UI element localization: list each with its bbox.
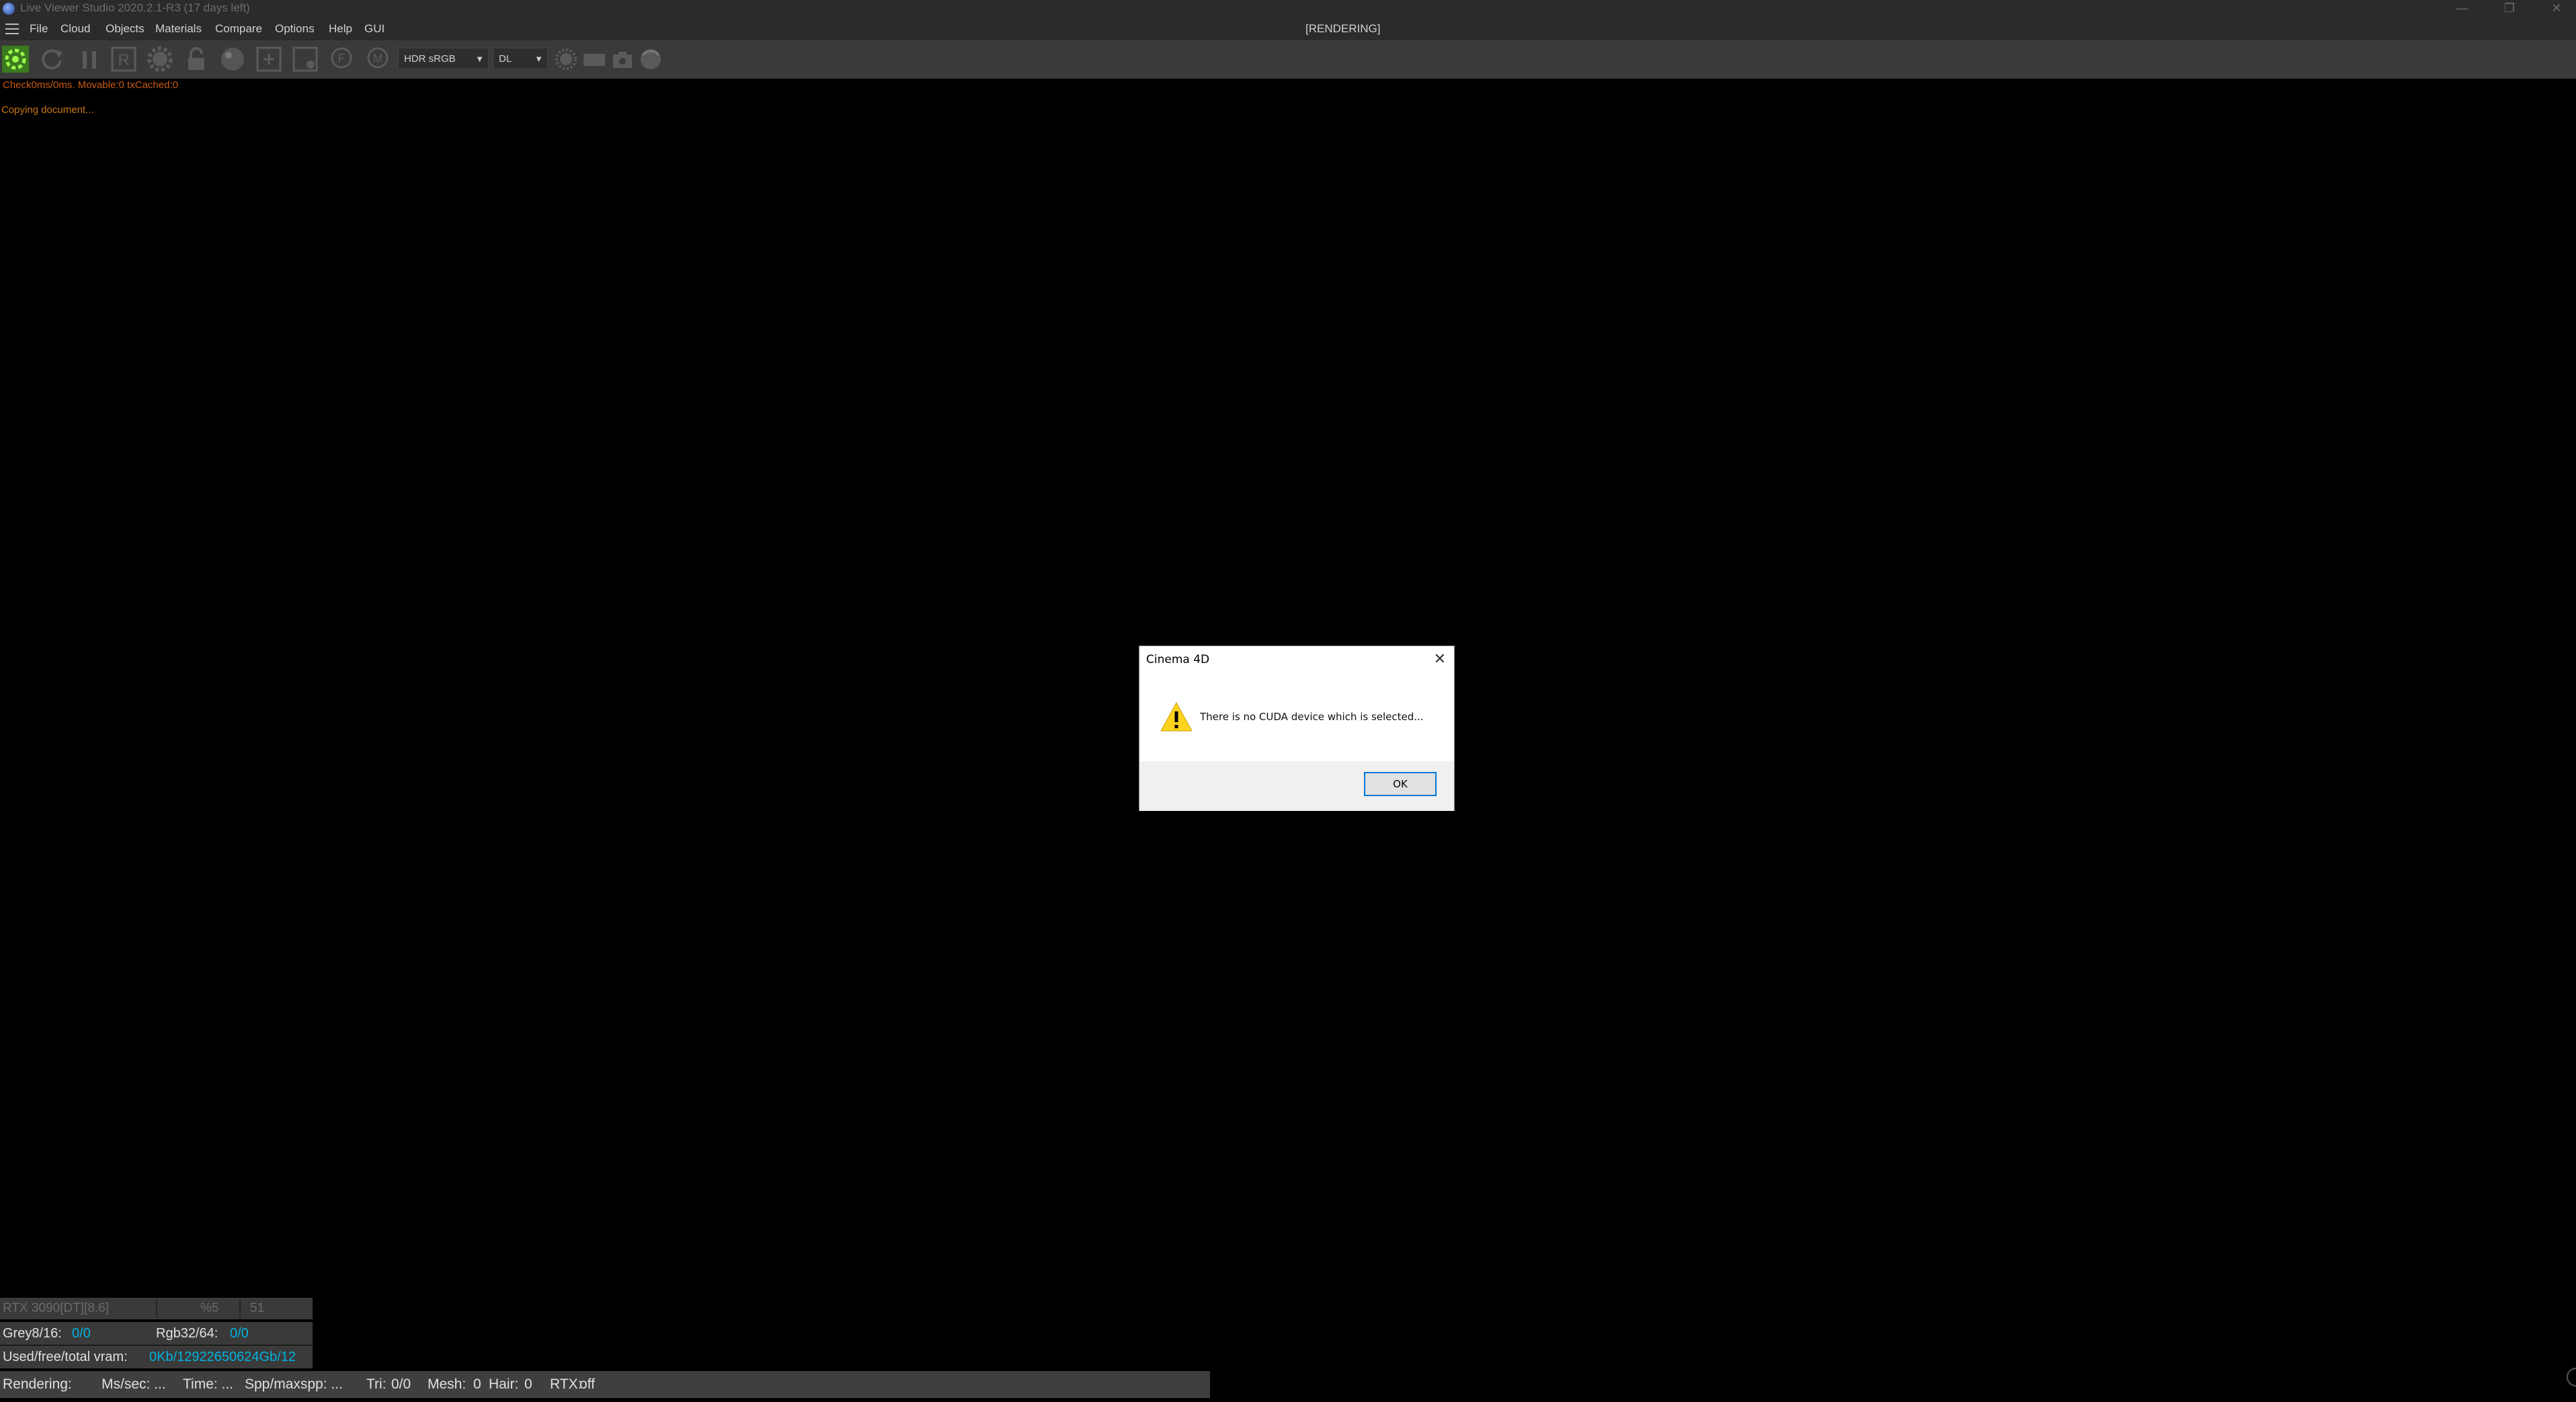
tri-value: 0/0 — [391, 1376, 411, 1392]
mesh-label: Mesh: — [428, 1376, 467, 1392]
add-object-icon[interactable] — [255, 46, 282, 73]
lock-icon[interactable] — [183, 46, 210, 73]
clay-icon[interactable] — [292, 46, 319, 73]
vram-label: Used/free/total vram: — [3, 1350, 128, 1364]
svg-text:R: R — [118, 51, 129, 69]
chevron-down-icon: ▼ — [534, 54, 543, 64]
vram-stats-row: Used/free/total vram: 0Kb/12922650624Gb/… — [0, 1346, 313, 1368]
window-title: Live Viewer Studio 2020.2.1-R3 (17 days … — [20, 1, 250, 14]
dialog-close-icon[interactable]: ✕ — [1434, 650, 1446, 668]
film-icon[interactable] — [581, 46, 608, 73]
menu-gui[interactable]: GUI — [364, 22, 385, 36]
hamburger-menu-icon[interactable] — [5, 24, 19, 34]
menu-objects[interactable]: Objects — [106, 22, 145, 36]
mesh-value: 0 — [473, 1376, 481, 1392]
material-ball-icon[interactable] — [219, 46, 246, 73]
colorspace-select[interactable]: HDR sRGB ▼ — [398, 48, 489, 69]
gpu-name: RTX 3090[DT][8.6] — [3, 1301, 110, 1315]
start-render-icon[interactable] — [2, 46, 29, 73]
dialog-title: Cinema 4D — [1146, 653, 1210, 666]
rtx-label: RTX: — [550, 1376, 582, 1392]
refresh-icon[interactable] — [38, 46, 65, 73]
gpu-info-row: RTX 3090[DT][8.6] %5 51 — [0, 1298, 313, 1319]
rgb-value: 0/0 — [230, 1326, 249, 1341]
settings-gear-icon[interactable] — [147, 46, 173, 73]
rgb-label: Rgb32/64: — [156, 1326, 218, 1341]
menu-cloud[interactable]: Cloud — [61, 22, 90, 36]
ok-button[interactable]: OK — [1364, 772, 1437, 796]
render-time: Time: ... — [183, 1376, 234, 1392]
check-status-text: Check0ms/0ms. Movable:0 txCached:0 — [3, 79, 178, 91]
menu-compare[interactable]: Compare — [215, 22, 262, 36]
region-r-icon[interactable]: R — [110, 46, 137, 73]
kernel-select[interactable]: DL ▼ — [493, 48, 548, 69]
pause-icon[interactable] — [76, 46, 103, 73]
rtx-value: off — [579, 1376, 595, 1392]
vram-value: 0Kb/12922650624Gb/12 — [149, 1350, 296, 1364]
app-logo-icon — [3, 3, 15, 15]
copying-status-text: Copying document... — [1, 104, 94, 116]
cuda-error-dialog: Cinema 4D ✕ There is no CUDA device whic… — [1139, 646, 1455, 811]
kernel-value: DL — [499, 53, 512, 65]
svg-text:F: F — [338, 52, 346, 65]
light-icon[interactable] — [553, 46, 579, 73]
hair-label: Hair: — [489, 1376, 519, 1392]
dialog-footer: OK — [1139, 761, 1454, 811]
menu-help[interactable]: Help — [329, 22, 352, 36]
spp-count: Spp/maxspp: ... — [245, 1376, 343, 1392]
toolbar: R F M HDR sRGB ▼ DL ▼ — [0, 40, 2576, 79]
tri-label: Tri: — [366, 1376, 387, 1392]
divider — [239, 1299, 241, 1318]
rendering-label: Rendering: — [3, 1376, 72, 1392]
hair-value: 0 — [524, 1376, 532, 1392]
chevron-down-icon: ▼ — [475, 54, 484, 64]
minimize-button[interactable]: — — [2447, 0, 2478, 17]
close-window-button[interactable]: ✕ — [2541, 0, 2572, 17]
ms-per-sec: Ms/sec: ... — [102, 1376, 166, 1392]
grey-label: Grey8/16: — [3, 1326, 62, 1341]
gpu-usage-percent: %5 — [200, 1301, 219, 1315]
gpu-temperature: 51 — [250, 1301, 265, 1315]
camera-icon[interactable] — [609, 46, 636, 73]
menu-bar: File Cloud Objects Materials Compare Opt… — [0, 17, 2576, 40]
warning-icon — [1160, 701, 1193, 732]
divider — [156, 1299, 157, 1318]
focus-f-icon[interactable]: F — [328, 46, 355, 73]
dialog-message: There is no CUDA device which is selecte… — [1200, 711, 1424, 723]
svg-text:M: M — [373, 52, 383, 65]
colorspace-value: HDR sRGB — [404, 53, 456, 65]
restore-button[interactable]: ❐ — [2494, 0, 2525, 17]
menu-materials[interactable]: Materials — [155, 22, 202, 36]
title-bar: Live Viewer Studio 2020.2.1-R3 (17 days … — [0, 0, 2576, 17]
menu-options[interactable]: Options — [275, 22, 315, 36]
sphere-icon[interactable] — [637, 46, 664, 73]
corner-handle-icon[interactable] — [2567, 1368, 2576, 1387]
marker-m-icon[interactable]: M — [364, 46, 391, 73]
status-bar: Rendering: Ms/sec: ... Time: ... Spp/max… — [0, 1371, 1210, 1398]
render-state-label: [RENDERING] — [1305, 22, 1381, 35]
grey-value: 0/0 — [72, 1326, 91, 1341]
texture-stats-row: Grey8/16: 0/0 Rgb32/64: 0/0 — [0, 1322, 313, 1345]
menu-file[interactable]: File — [30, 22, 48, 36]
